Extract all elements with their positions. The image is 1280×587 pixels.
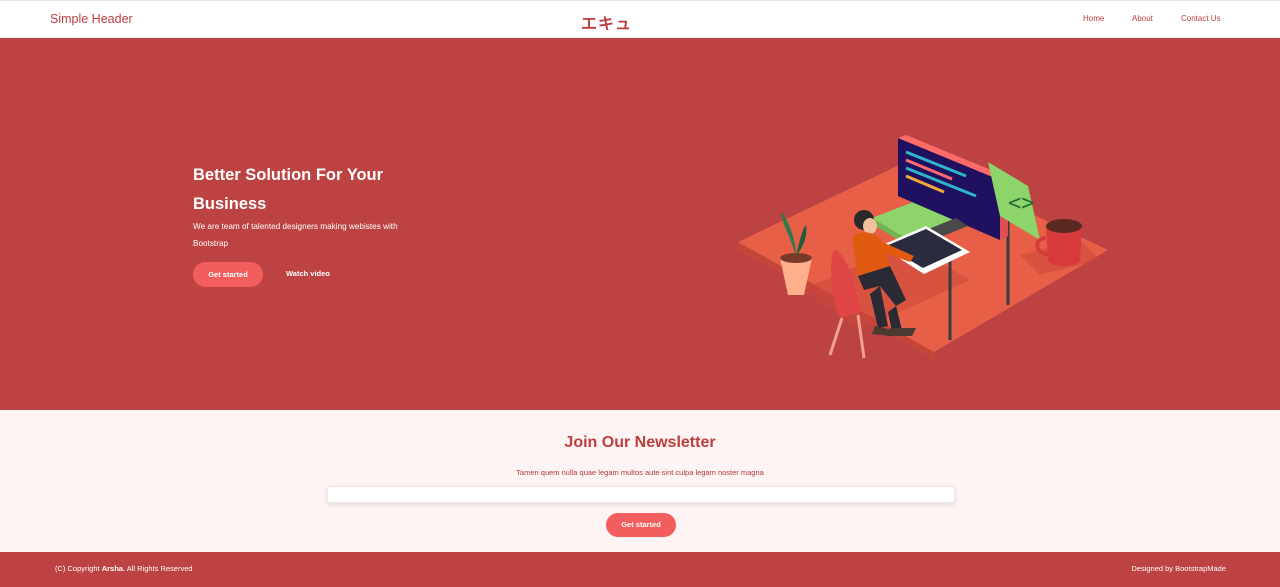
nav-about[interactable]: About (1132, 14, 1153, 23)
newsletter-email-input[interactable] (327, 486, 955, 503)
hero-subtitle: We are team of talented designers making… (193, 222, 398, 248)
site-footer: (C) Copyright Arsha. All Rights Reserved… (0, 552, 1280, 587)
hero-title: Better Solution For Your Business (193, 166, 384, 213)
newsletter-text: Tamen quem nulla quae legam multos aute … (516, 468, 764, 477)
newsletter-get-started-button[interactable]: Get started (606, 513, 676, 537)
svg-text:<>: <> (1008, 191, 1035, 216)
copyright-text: (C) Copyright Arsha. All Rights Reserved (55, 564, 193, 573)
copyright-suffix: All Rights Reserved (126, 564, 193, 573)
designed-by-text: Designed by BootstrapMade (1131, 564, 1226, 573)
watch-video-link[interactable]: Watch video (286, 269, 330, 278)
site-header: Simple Header エキュ Home About Contact Us (0, 0, 1280, 38)
newsletter-section: Join Our Newsletter Tamen quem nulla qua… (0, 410, 1280, 552)
developer-at-desk-illustration: <> (738, 135, 1108, 360)
hero-section: Better Solution For Your Business We are… (0, 38, 1280, 410)
nav-home[interactable]: Home (1083, 14, 1104, 23)
newsletter-title: Join Our Newsletter (564, 434, 716, 451)
copyright-prefix: (C) Copyright (55, 564, 100, 573)
brand-name[interactable]: Simple Header (50, 12, 133, 26)
get-started-button[interactable]: Get started (193, 262, 263, 287)
copyright-brand: Arsha. (101, 564, 126, 573)
nav-contact-us[interactable]: Contact Us (1181, 14, 1221, 23)
logo-text[interactable]: エキュ (581, 10, 632, 34)
